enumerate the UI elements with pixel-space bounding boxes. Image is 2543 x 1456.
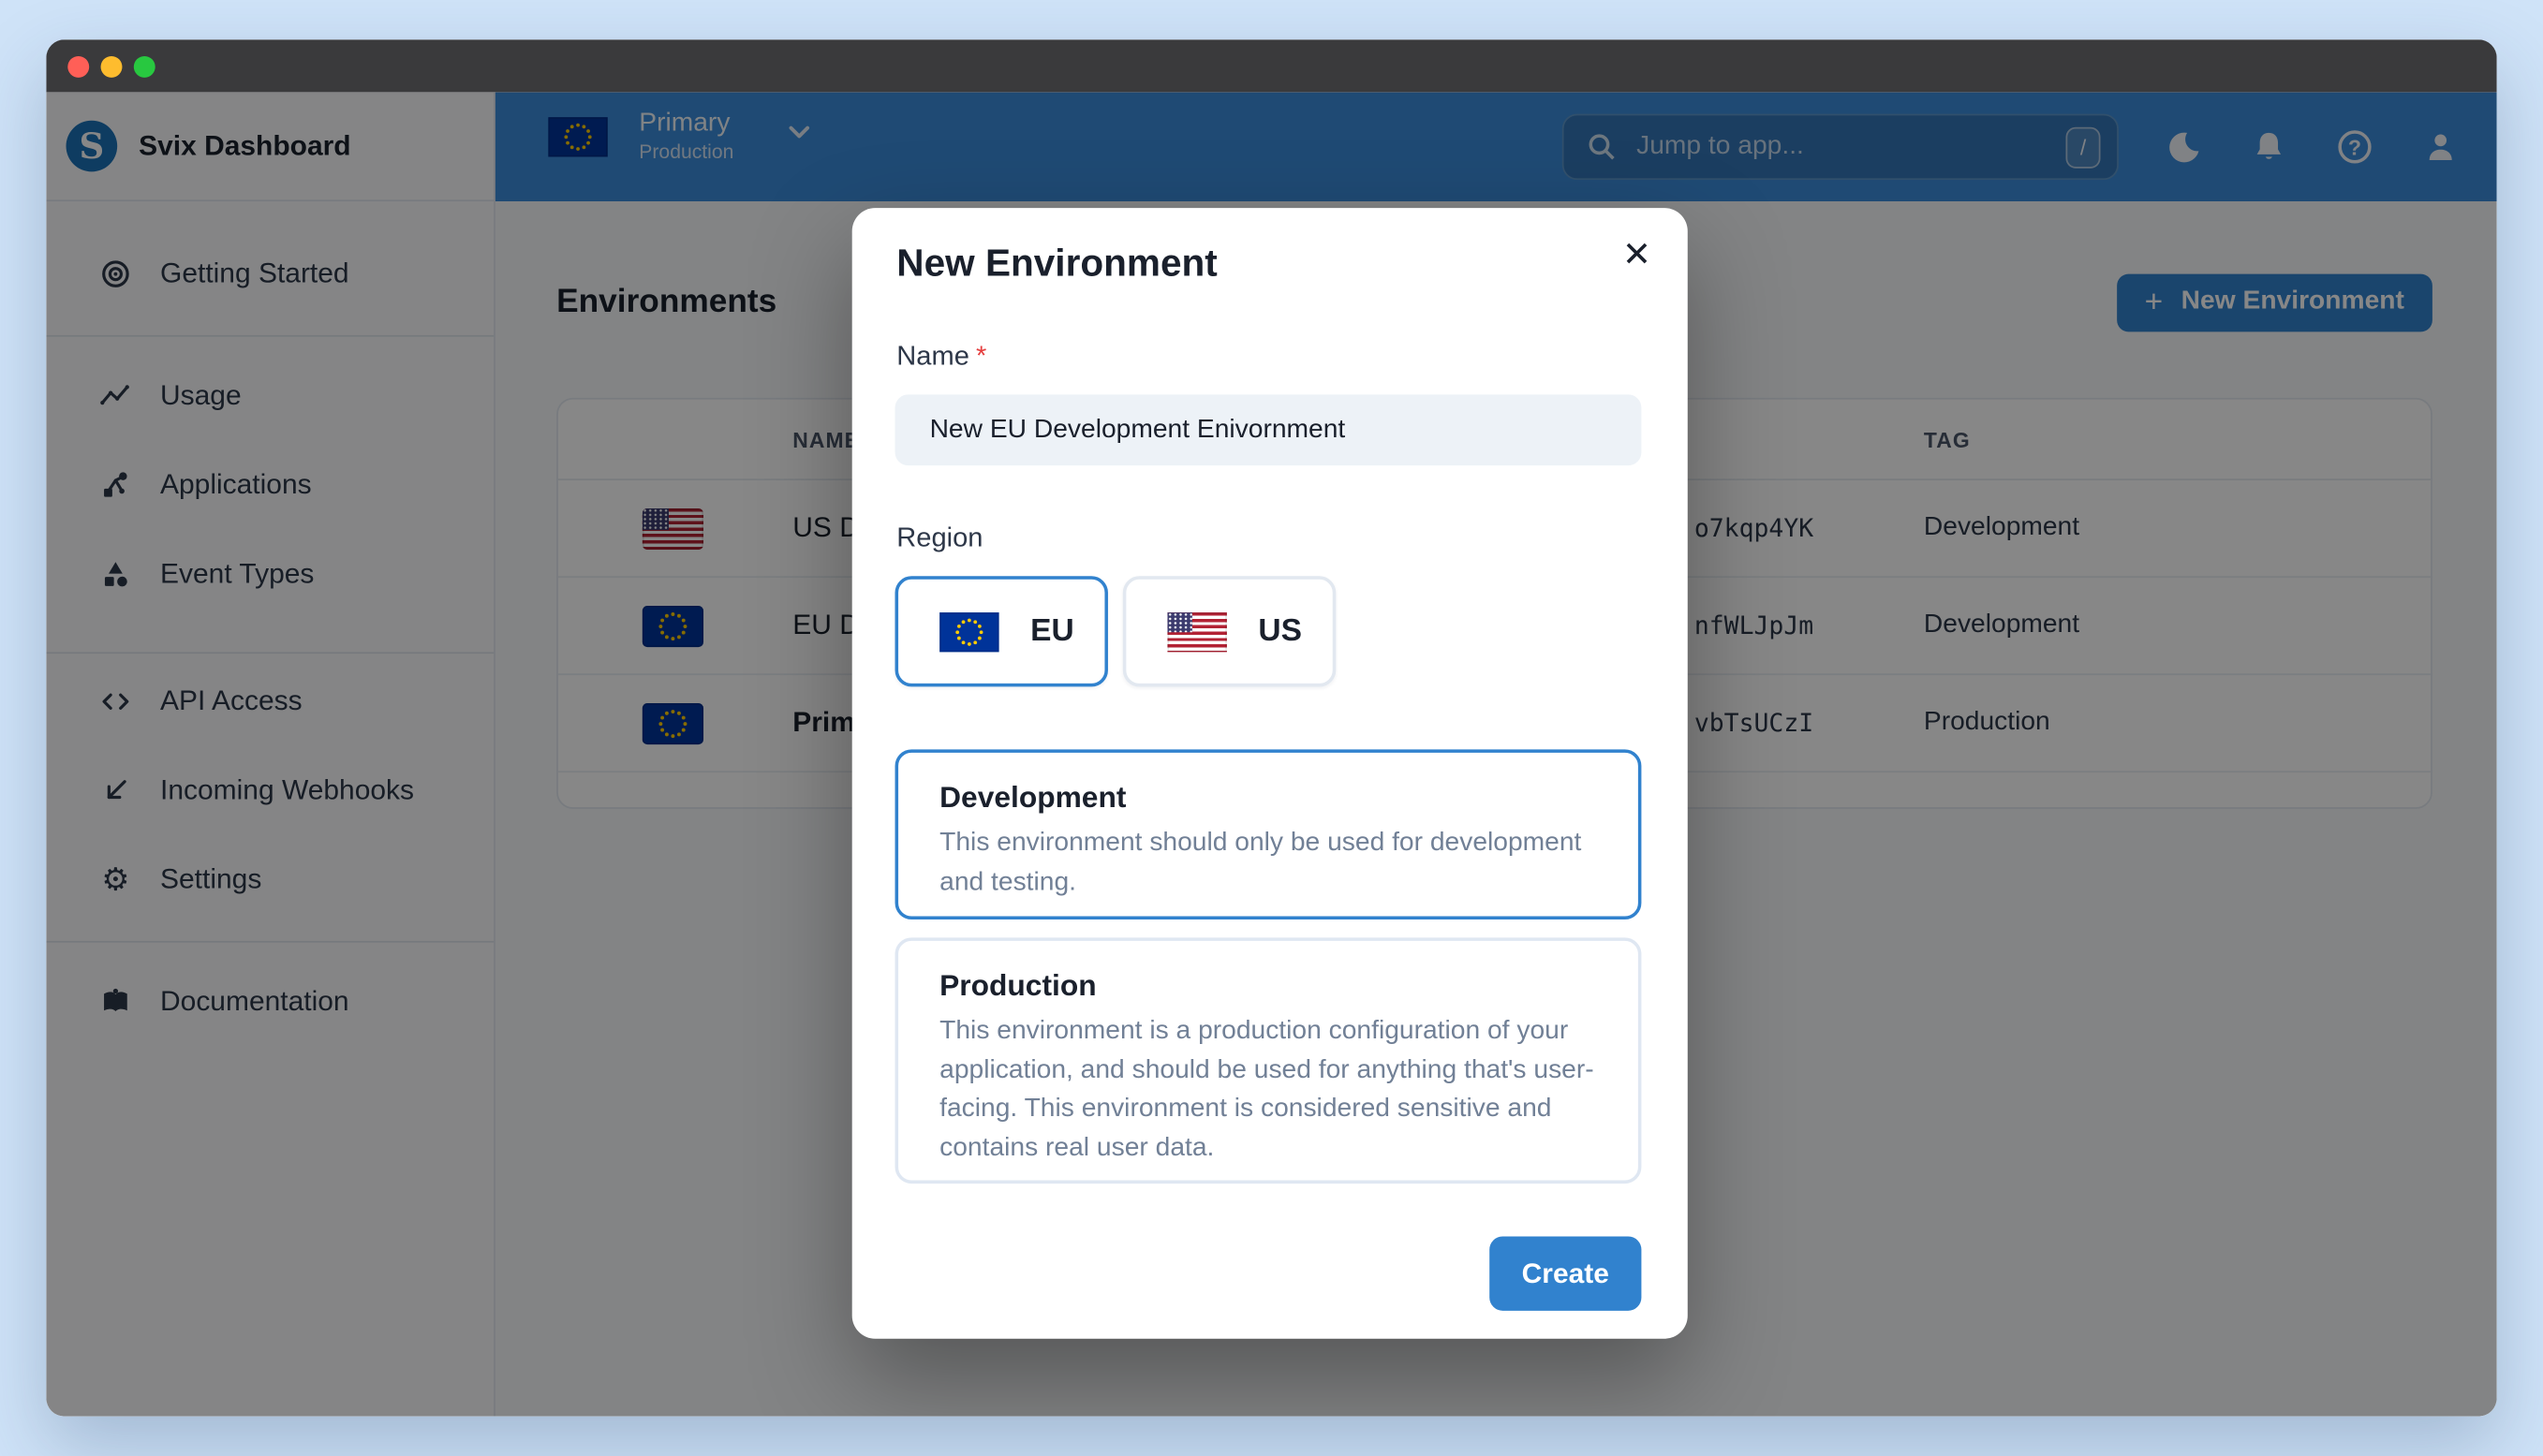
window-controls — [67, 55, 155, 77]
type-description: This environment should only be used for… — [939, 829, 1582, 896]
region-option-us[interactable]: US — [1122, 576, 1337, 687]
eu-flag-icon — [939, 611, 999, 652]
minimize-window-icon[interactable] — [100, 55, 123, 77]
name-label: Name * — [896, 341, 987, 372]
close-icon[interactable]: ✕ — [1622, 238, 1651, 272]
required-asterisk: * — [975, 341, 987, 372]
environment-name-input[interactable] — [894, 394, 1642, 466]
screen: S Svix Dashboard Getting Started Usage A… — [0, 0, 2543, 1456]
environment-type-production[interactable]: Production This environment is a product… — [894, 937, 1642, 1184]
us-flag-icon — [1167, 611, 1227, 652]
close-window-icon[interactable] — [67, 55, 90, 77]
modal-title: New Environment — [896, 241, 1218, 285]
create-button[interactable]: Create — [1489, 1236, 1642, 1311]
region-option-label: US — [1258, 612, 1302, 648]
type-title: Development — [939, 780, 1127, 815]
browser-window: S Svix Dashboard Getting Started Usage A… — [46, 39, 2497, 1417]
desktop-background: S Svix Dashboard Getting Started Usage A… — [0, 0, 2543, 1456]
region-option-eu[interactable]: EU — [894, 576, 1108, 687]
type-description: This environment is a production configu… — [939, 1017, 1594, 1162]
region-label: Region — [896, 522, 983, 553]
type-title: Production — [939, 968, 1097, 1003]
window-titlebar — [46, 39, 2497, 93]
region-options: EU US — [894, 576, 1337, 687]
new-environment-modal: New Environment ✕ Name* Region EU US — [851, 208, 1688, 1339]
zoom-window-icon[interactable] — [133, 55, 155, 77]
region-option-label: EU — [1030, 612, 1074, 648]
app-root: S Svix Dashboard Getting Started Usage A… — [46, 92, 2497, 1417]
environment-type-development[interactable]: Development This environment should only… — [894, 749, 1642, 919]
